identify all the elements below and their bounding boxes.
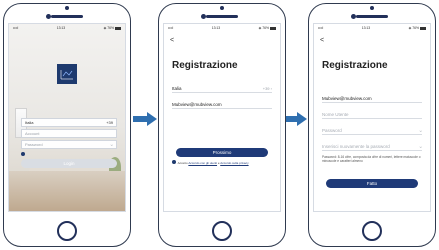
battery-icon: [114, 26, 121, 30]
radio-dot-icon: [21, 152, 25, 156]
battery-status: ◈ 76%: [259, 26, 276, 30]
privacy-agreement-link[interactable]: Accordo sulla privacy: [220, 161, 248, 165]
status-bar: •••ıl 13:13 ◈ 76%: [314, 24, 430, 32]
battery-percent: ◈ 76%: [103, 26, 114, 30]
password-hint: Password: 8-16 cifre, composta da cifre …: [322, 155, 421, 163]
home-button[interactable]: [212, 221, 232, 241]
chevron-right-icon: ›: [270, 85, 272, 91]
password-input[interactable]: Password ⌣: [21, 140, 117, 149]
country-label: Italia: [172, 85, 182, 91]
login-button[interactable]: Login: [21, 159, 117, 168]
sensor-dot: [370, 6, 374, 10]
signal-indicator: •••ıl: [13, 26, 19, 30]
room-floor: [9, 171, 125, 211]
back-chevron-icon[interactable]: <: [320, 37, 324, 44]
home-button[interactable]: [57, 221, 77, 241]
login-helper-row: [21, 152, 117, 157]
done-button[interactable]: Fatto: [326, 179, 418, 188]
consent-checkbox[interactable]: [172, 160, 176, 164]
back-chevron-icon[interactable]: <: [170, 37, 174, 44]
registration-screen-2: •••ıl 13:13 ◈ 76% < Registrazione Mubvie…: [313, 23, 431, 212]
battery-icon: [419, 26, 426, 30]
account-placeholder: Account: [25, 131, 40, 136]
phone-login: •••ıl 13:13 ◈ 76% Italia +39 Account Pas…: [3, 3, 131, 247]
right-arrow-icon: [283, 112, 307, 126]
phone-registration-step2: •••ıl 13:13 ◈ 76% < Registrazione Mubvie…: [308, 3, 436, 247]
speaker-grille: [356, 15, 388, 18]
eye-icon[interactable]: ⌣: [419, 144, 422, 149]
signal-indicator: •••ıl: [168, 26, 174, 30]
status-bar: •••ıl 13:13 ◈ 76%: [164, 24, 280, 32]
signal-indicator: •••ıl: [318, 26, 324, 30]
country-label: Italia: [25, 120, 34, 125]
confirm-password-input[interactable]: Inserisci nuovamente la password ⌣: [322, 142, 422, 151]
nickname-input[interactable]: Nome Utente: [322, 110, 422, 119]
eye-icon[interactable]: ⌣: [419, 128, 422, 133]
sensor-dot: [220, 6, 224, 10]
password-input[interactable]: Password ⌣: [322, 126, 422, 135]
page-title: Registrazione: [172, 60, 238, 71]
sensor-dot: [65, 6, 69, 10]
email-value: Mubview@mubview.com: [322, 95, 372, 101]
battery-percent: ◈ 76%: [408, 26, 419, 30]
login-screen: •••ıl 13:13 ◈ 76% Italia +39 Account Pas…: [8, 23, 126, 212]
registration-screen-1: •••ıl 13:13 ◈ 76% < Registrazione Italia…: [163, 23, 281, 212]
country-selector[interactable]: Italia +39 ›: [172, 84, 272, 93]
earpiece: [201, 6, 238, 21]
status-bar: •••ıl 13:13 ◈ 76%: [9, 24, 125, 32]
app-logo: [57, 64, 77, 84]
email-value: Mubview@mubview.com: [172, 101, 222, 107]
house-chart-icon: [60, 70, 73, 80]
status-time: 13:13: [56, 26, 66, 30]
country-code-value: +39: [262, 85, 270, 91]
account-input[interactable]: Account: [21, 129, 117, 138]
speaker-grille: [51, 15, 83, 18]
status-time: 13:13: [211, 26, 221, 30]
password-placeholder: Password: [25, 142, 43, 147]
country-code: +39 ›: [263, 86, 272, 91]
battery-status: ◈ 76%: [104, 26, 121, 30]
consent-prefix: Accetto: [177, 161, 188, 165]
country-code: +39: [106, 120, 113, 125]
confirm-password-placeholder: Inserisci nuovamente la password: [322, 143, 390, 149]
phone-registration-step1: •••ıl 13:13 ◈ 76% < Registrazione Italia…: [158, 3, 286, 247]
page-title: Registrazione: [322, 60, 388, 71]
user-agreement-link[interactable]: Accordo con gli utenti: [188, 161, 217, 165]
battery-percent: ◈ 76%: [258, 26, 269, 30]
home-button[interactable]: [362, 221, 382, 241]
consent-row: Accetto Accordo con gli utenti e Accordo…: [172, 160, 276, 165]
remember-toggle[interactable]: [21, 152, 26, 157]
battery-status: ◈ 76%: [409, 26, 426, 30]
eye-icon[interactable]: ⌣: [110, 142, 113, 147]
speaker-grille: [206, 15, 238, 18]
earpiece: [351, 6, 388, 21]
earpiece: [46, 6, 83, 21]
status-time: 13:13: [361, 26, 371, 30]
email-input[interactable]: Mubview@mubview.com: [172, 100, 272, 109]
email-input[interactable]: Mubview@mubview.com: [322, 94, 422, 103]
password-placeholder: Password: [322, 127, 342, 133]
country-selector[interactable]: Italia +39: [21, 118, 117, 127]
right-arrow-icon: [133, 112, 157, 126]
nickname-placeholder: Nome Utente: [322, 111, 349, 117]
battery-icon: [269, 26, 276, 30]
next-button[interactable]: Prossimo: [176, 148, 268, 157]
